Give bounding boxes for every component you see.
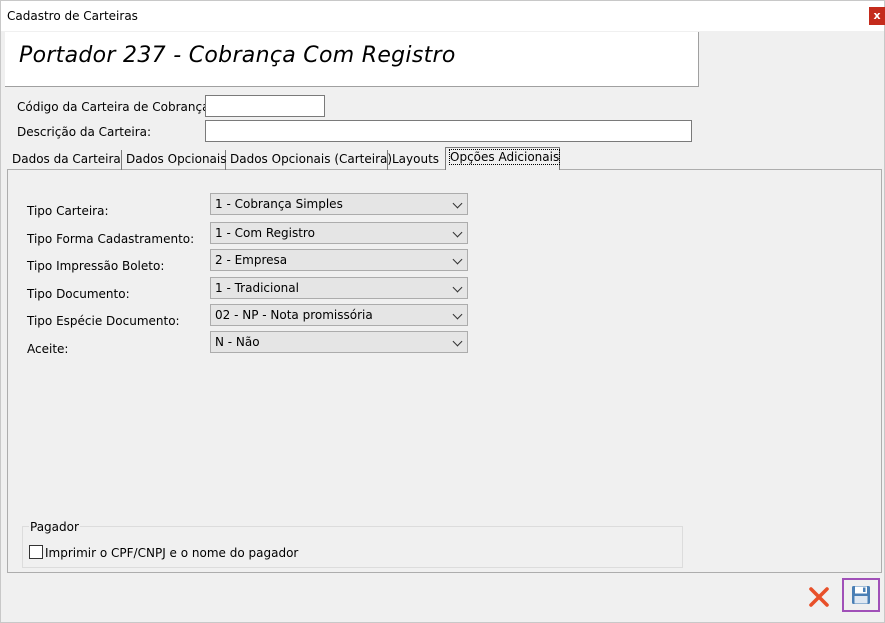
tipo-impressao-boleto-select[interactable]: 2 - Empresa	[210, 249, 468, 271]
tipo-carteira-select[interactable]: 1 - Cobrança Simples	[210, 193, 468, 215]
window-title: Cadastro de Carteiras	[7, 9, 138, 23]
aceite-label: Aceite:	[27, 342, 69, 356]
floppy-disk-icon	[852, 586, 870, 604]
chevron-down-icon	[452, 282, 463, 293]
tipo-impressao-boleto-value: 2 - Empresa	[215, 253, 288, 267]
cadastro-carteiras-window: Cadastro de Carteiras x Portador 237 - C…	[0, 0, 885, 623]
tipo-carteira-label: Tipo Carteira:	[27, 204, 109, 218]
codigo-carteira-label: Código da Carteira de Cobrança:	[17, 100, 214, 114]
tab-dados-carteira[interactable]: Dados da Carteira	[8, 150, 122, 170]
imprimir-cpf-label[interactable]: Imprimir o CPF/CNPJ e o nome do pagador	[45, 546, 298, 560]
footer-bar	[1, 574, 884, 622]
chevron-down-icon	[452, 227, 463, 238]
tipo-impressao-boleto-label: Tipo Impressão Boleto:	[27, 259, 165, 273]
tipo-especie-documento-value: 02 - NP - Nota promissória	[215, 308, 373, 322]
pagador-group-title: Pagador	[29, 520, 80, 534]
descricao-carteira-input[interactable]	[205, 120, 692, 142]
tab-opcoes-adicionais-label: Opções Adicionais	[448, 149, 561, 165]
descricao-carteira-label: Descrição da Carteira:	[17, 125, 152, 139]
chevron-down-icon	[452, 254, 463, 265]
window-close-button[interactable]: x	[869, 7, 885, 25]
aceite-value: N - Não	[215, 335, 260, 349]
header-panel: Portador 237 - Cobrança Com Registro	[5, 32, 699, 87]
save-button[interactable]	[842, 578, 880, 612]
tab-dados-opcionais[interactable]: Dados Opcionais	[122, 150, 227, 170]
tab-dados-opcionais-carteira[interactable]: Dados Opcionais (Carteira)	[226, 150, 392, 170]
chevron-down-icon	[452, 198, 463, 209]
title-bar: Cadastro de Carteiras x	[1, 1, 885, 31]
tab-opcoes-adicionais[interactable]: Opções Adicionais	[445, 147, 561, 170]
tipo-documento-select[interactable]: 1 - Tradicional	[210, 277, 468, 299]
tipo-carteira-value: 1 - Cobrança Simples	[215, 197, 343, 211]
red-x-icon	[809, 587, 829, 607]
chevron-down-icon	[452, 336, 463, 347]
tipo-forma-cadastramento-select[interactable]: 1 - Com Registro	[210, 222, 468, 244]
codigo-carteira-input[interactable]	[205, 95, 325, 117]
tipo-forma-cadastramento-value: 1 - Com Registro	[215, 226, 315, 240]
tipo-especie-documento-select[interactable]: 02 - NP - Nota promissória	[210, 304, 468, 326]
tipo-forma-cadastramento-label: Tipo Forma Cadastramento:	[27, 232, 195, 246]
imprimir-cpf-checkbox[interactable]	[29, 545, 43, 559]
tab-layouts[interactable]: Layouts	[388, 150, 444, 170]
page-title: Portador 237 - Cobrança Com Registro	[19, 43, 456, 68]
tipo-especie-documento-label: Tipo Espécie Documento:	[27, 314, 180, 328]
cancel-button[interactable]	[807, 585, 831, 609]
tipo-documento-value: 1 - Tradicional	[215, 281, 299, 295]
aceite-select[interactable]: N - Não	[210, 331, 468, 353]
tipo-documento-label: Tipo Documento:	[27, 287, 130, 301]
chevron-down-icon	[452, 309, 463, 320]
